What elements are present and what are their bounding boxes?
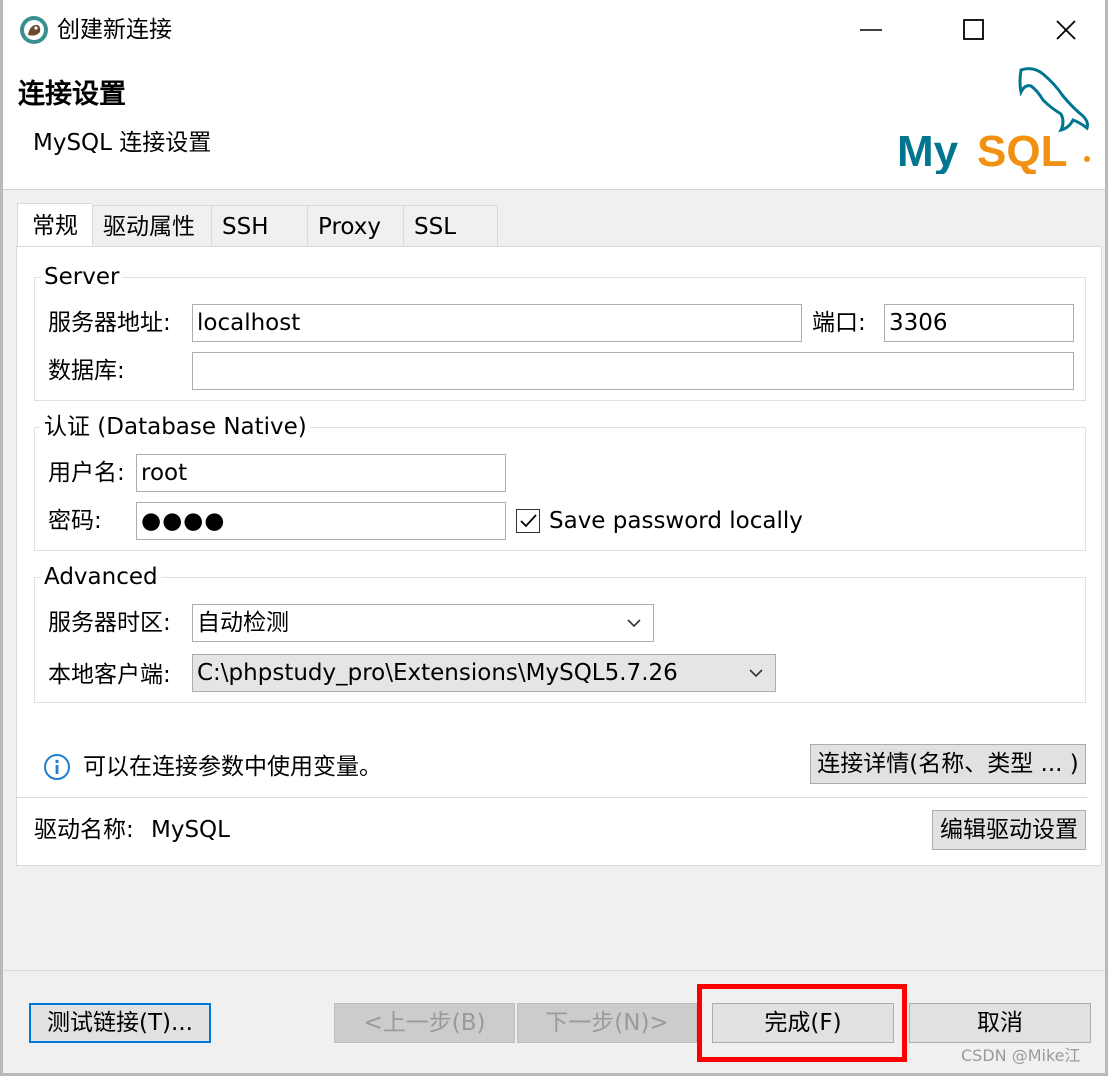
server-group: Server 服务器地址: localhost 端口: 3306 数据库: — [34, 262, 1086, 401]
page-title: 连接设置 — [18, 79, 126, 110]
close-button[interactable] — [1041, 8, 1091, 52]
chevron-down-icon — [627, 619, 641, 628]
auth-legend: 认证 (Database Native) — [41, 412, 310, 442]
title-bar: 创建新连接 — [3, 0, 1105, 60]
tab-driver-properties[interactable]: 驱动属性 — [92, 205, 212, 247]
database-input[interactable] — [192, 352, 1074, 390]
close-icon — [1056, 20, 1076, 40]
timezone-select[interactable]: 自动检测 — [192, 604, 654, 642]
tab-general[interactable]: 常规 — [17, 203, 93, 247]
client-value: C:\phpstudy_pro\Extensions\MySQL5.7.26 — [197, 660, 678, 686]
test-connection-button[interactable]: 测试链接(T)... — [29, 1003, 211, 1043]
username-input[interactable]: root — [136, 454, 506, 492]
checkmark-icon — [520, 514, 537, 528]
password-input[interactable]: ●●●● — [136, 502, 506, 540]
host-label: 服务器地址: — [48, 310, 171, 336]
maximize-button[interactable] — [949, 8, 999, 52]
general-tab-panel: Server 服务器地址: localhost 端口: 3306 数据库: 认证… — [16, 246, 1102, 866]
variables-info-text: 可以在连接参数中使用变量。 — [83, 754, 382, 780]
page-subtitle: MySQL 连接设置 — [33, 130, 212, 156]
watermark: CSDN @Mike江 — [961, 1046, 1081, 1065]
password-label: 密码: — [48, 508, 102, 534]
database-label: 数据库: — [48, 358, 125, 384]
timezone-value: 自动检测 — [197, 610, 289, 636]
save-password-checkbox[interactable] — [516, 509, 540, 533]
client-label: 本地客户端: — [48, 662, 171, 688]
timezone-label: 服务器时区: — [48, 610, 171, 636]
port-input[interactable]: 3306 — [884, 304, 1074, 342]
tab-bar: 常规 驱动属性 SSH Proxy SSL — [17, 203, 498, 247]
dbeaver-app-icon — [19, 15, 49, 45]
mysql-logo-text-sql: SQL — [977, 127, 1067, 174]
finish-highlight-box — [697, 984, 907, 1062]
host-input[interactable]: localhost — [192, 304, 802, 342]
edit-driver-settings-button[interactable]: 编辑驱动设置 — [932, 810, 1086, 850]
maximize-icon — [963, 19, 984, 40]
connection-details-button[interactable]: 连接详情(名称、类型 ... ) — [810, 744, 1086, 784]
window-title: 创建新连接 — [57, 17, 172, 43]
back-button[interactable]: <上一步(B) — [334, 1003, 515, 1043]
tab-proxy[interactable]: Proxy — [307, 205, 404, 247]
advanced-group: Advanced 服务器时区: 自动检测 本地客户端: C:\phpstudy_… — [34, 562, 1086, 703]
footer-divider — [3, 970, 1105, 971]
client-select[interactable]: C:\phpstudy_pro\Extensions\MySQL5.7.26 — [192, 654, 776, 692]
driver-name-value: MySQL — [151, 817, 230, 843]
page-header: 连接设置 MySQL 连接设置 My SQL — [3, 60, 1105, 190]
username-label: 用户名: — [48, 460, 125, 486]
advanced-legend: Advanced — [41, 562, 161, 592]
next-button[interactable]: 下一步(N)> — [517, 1003, 697, 1043]
save-password-label[interactable]: Save password locally — [549, 506, 803, 536]
info-icon — [44, 754, 70, 780]
server-legend: Server — [41, 262, 123, 292]
divider — [17, 797, 1087, 798]
auth-group: 认证 (Database Native) 用户名: root 密码: ●●●● … — [34, 412, 1086, 551]
minimize-icon — [860, 29, 882, 31]
minimize-button[interactable] — [846, 8, 896, 52]
tab-ssl[interactable]: SSL — [403, 205, 498, 247]
tab-ssh[interactable]: SSH — [211, 205, 308, 247]
dialog-window: 创建新连接 连接设置 MySQL 连接设置 My SQL 常规 驱动属性 SSH… — [0, 0, 1108, 1076]
mysql-logo-text-my: My — [897, 127, 959, 174]
chevron-down-icon — [749, 669, 763, 678]
cancel-button[interactable]: 取消 — [909, 1003, 1091, 1043]
mysql-logo: My SQL — [893, 64, 1103, 176]
driver-name-label: 驱动名称: — [34, 817, 134, 843]
port-label: 端口: — [812, 310, 866, 336]
